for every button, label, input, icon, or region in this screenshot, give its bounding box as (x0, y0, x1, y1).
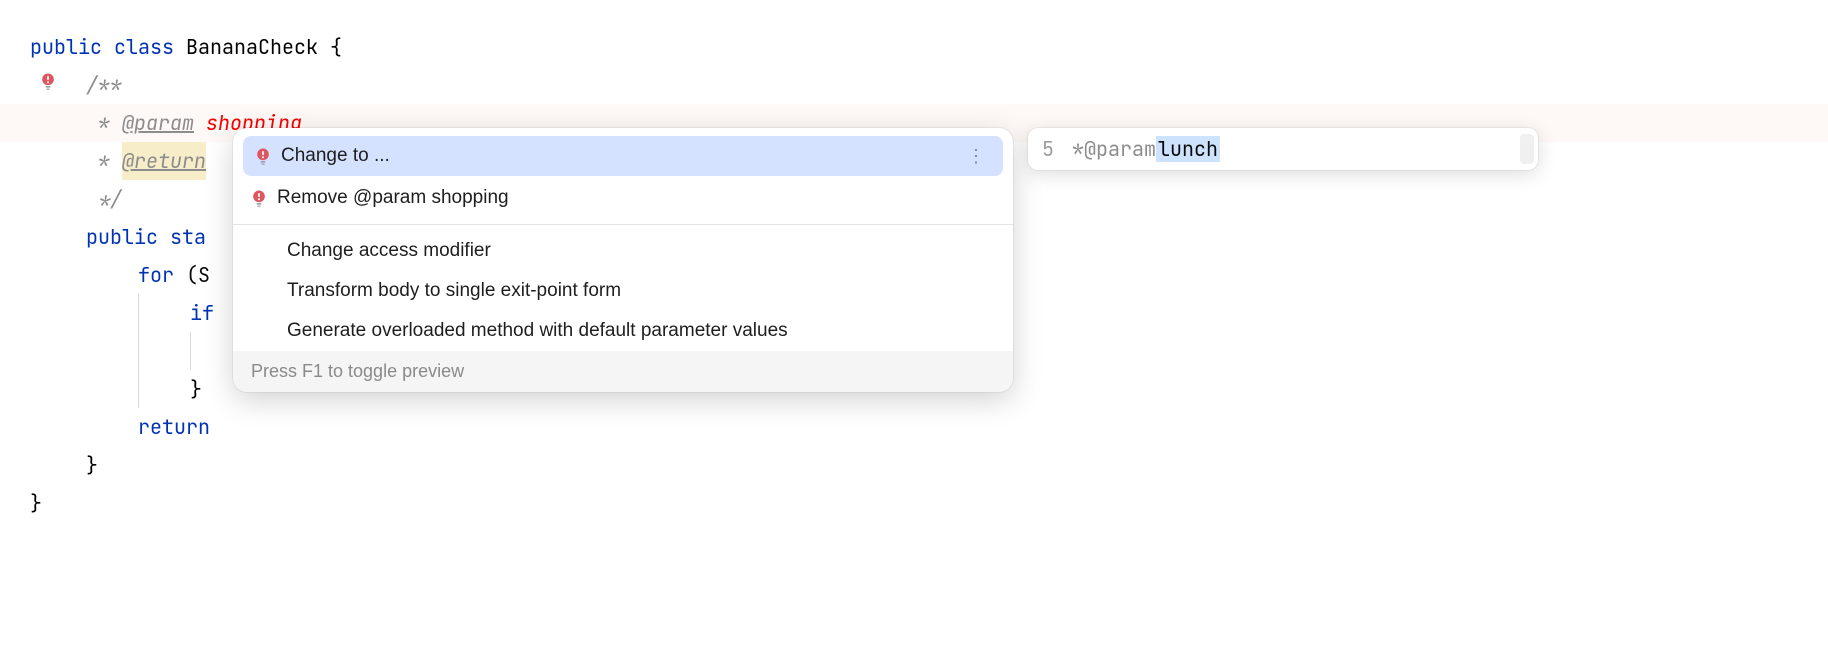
intention-item-transform-body[interactable]: Transform body to single exit-point form (233, 271, 1013, 311)
keyword-for: for (138, 256, 174, 294)
code-line[interactable]: } (30, 484, 1828, 522)
more-actions-icon[interactable]: ⋮ (961, 146, 993, 167)
keyword-return: return (138, 408, 210, 446)
code-line[interactable]: /** (30, 66, 1828, 104)
javadoc-return-tag: @return (122, 142, 206, 180)
intention-label: Change access modifier (287, 240, 997, 262)
scrollbar[interactable] (1520, 134, 1534, 164)
bulb-error-icon (253, 146, 281, 166)
intention-item-remove-param[interactable]: Remove @param shopping (233, 178, 1013, 218)
intention-label: Generate overloaded method with default … (287, 320, 997, 342)
indent-guide (138, 370, 139, 408)
intention-preview-popup: 5 * @param lunch (1028, 128, 1538, 170)
keyword-if: if (190, 294, 214, 332)
intention-label: Transform body to single exit-point form (287, 280, 997, 302)
keyword-static: sta (170, 218, 206, 256)
popup-footer-hint: Press F1 to toggle preview (233, 351, 1013, 392)
class-name: BananaCheck (186, 28, 318, 66)
bulb-error-icon (249, 188, 277, 208)
indent-guide (190, 332, 191, 370)
separator (233, 224, 1013, 225)
code-line[interactable]: return (30, 408, 1828, 446)
keyword-class: class (114, 28, 174, 66)
intention-item-change-to[interactable]: Change to ... ⋮ (243, 136, 1003, 176)
code-line[interactable]: } (30, 446, 1828, 484)
preview-tag: @param (1084, 136, 1156, 162)
keyword-public: public (86, 218, 158, 256)
intention-label: Change to ... (281, 145, 961, 167)
preview-line-number: 5 (1042, 136, 1054, 162)
intention-item-access-modifier[interactable]: Change access modifier (233, 231, 1013, 271)
intention-item-generate-overloaded[interactable]: Generate overloaded method with default … (233, 311, 1013, 351)
preview-new-value: lunch (1156, 136, 1220, 162)
keyword-public: public (30, 28, 102, 66)
javadoc-open: /** (86, 66, 122, 104)
javadoc-param-tag: @param (122, 104, 194, 142)
indent-guide (138, 332, 139, 370)
intention-label: Remove @param shopping (277, 187, 997, 209)
code-line[interactable]: public class BananaCheck { (30, 28, 1828, 66)
javadoc-close: */ (86, 180, 122, 218)
preview-star: * (1072, 136, 1084, 162)
intention-bulb-icon[interactable] (38, 65, 62, 89)
intention-actions-popup: Change to ... ⋮ Remove @param shopping C… (233, 128, 1013, 392)
indent-guide (138, 294, 139, 332)
